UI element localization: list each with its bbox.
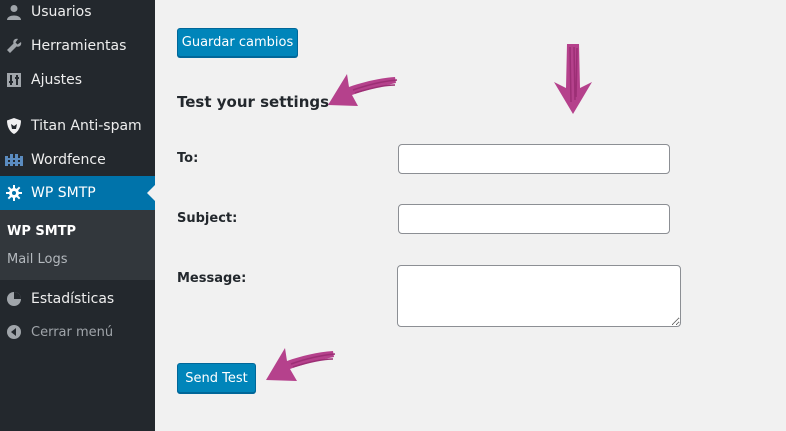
sidebar-item-wordfence[interactable]: Wordfence <box>0 143 155 177</box>
sidebar-item-wp-smtp[interactable]: WP SMTP <box>0 176 155 210</box>
gear-icon <box>4 183 24 203</box>
to-label: To: <box>177 151 199 166</box>
wrench-icon <box>4 36 24 56</box>
sidebar-item-label: Ajustes <box>31 72 83 88</box>
collapse-menu-button[interactable]: Cerrar menú <box>0 315 155 349</box>
send-test-button[interactable]: Send Test <box>177 363 256 393</box>
annotation-arrow-send <box>266 348 336 381</box>
sidebar-item-label: WP SMTP <box>31 185 96 201</box>
collapse-icon <box>4 322 24 342</box>
sidebar-item-label: Herramientas <box>31 38 127 54</box>
section-title: Test your settings <box>177 93 330 111</box>
sidebar-item-ajustes[interactable]: Ajustes <box>0 63 155 97</box>
save-changes-button[interactable]: Guardar cambios <box>177 28 298 57</box>
message-label: Message: <box>177 271 247 286</box>
annotation-arrow-heading <box>328 74 398 106</box>
submenu: WP SMTP Mail Logs <box>0 210 155 280</box>
pie-chart-icon <box>4 289 24 309</box>
users-icon <box>4 2 24 22</box>
sidebar-item-label: Usuarios <box>31 4 92 20</box>
sidebar-item-label: Estadísticas <box>31 291 115 307</box>
settings-sliders-icon <box>4 70 24 90</box>
sidebar-item-titan-anti-spam[interactable]: Titan Anti-spam <box>0 109 155 143</box>
sidebar-item-estadisticas[interactable]: Estadísticas <box>0 282 155 316</box>
wordfence-icon <box>4 150 24 170</box>
sidebar-item-label: Wordfence <box>31 152 106 168</box>
to-field[interactable] <box>398 144 670 174</box>
collapse-menu-label: Cerrar menú <box>31 324 114 340</box>
subject-label: Subject: <box>177 211 238 226</box>
admin-sidebar: Usuarios Herramientas Ajustes Titan Anti… <box>0 0 155 431</box>
message-textarea[interactable] <box>397 265 681 327</box>
sidebar-item-herramientas[interactable]: Herramientas <box>0 29 155 63</box>
shield-icon <box>4 116 24 136</box>
annotation-arrow-to-field <box>554 44 592 114</box>
sidebar-item-label: Titan Anti-spam <box>31 118 142 134</box>
submenu-item-mail-logs[interactable]: Mail Logs <box>7 252 68 267</box>
submenu-item-wp-smtp[interactable]: WP SMTP <box>7 224 76 239</box>
sidebar-item-usuarios[interactable]: Usuarios <box>0 0 155 29</box>
subject-field[interactable] <box>398 204 670 234</box>
